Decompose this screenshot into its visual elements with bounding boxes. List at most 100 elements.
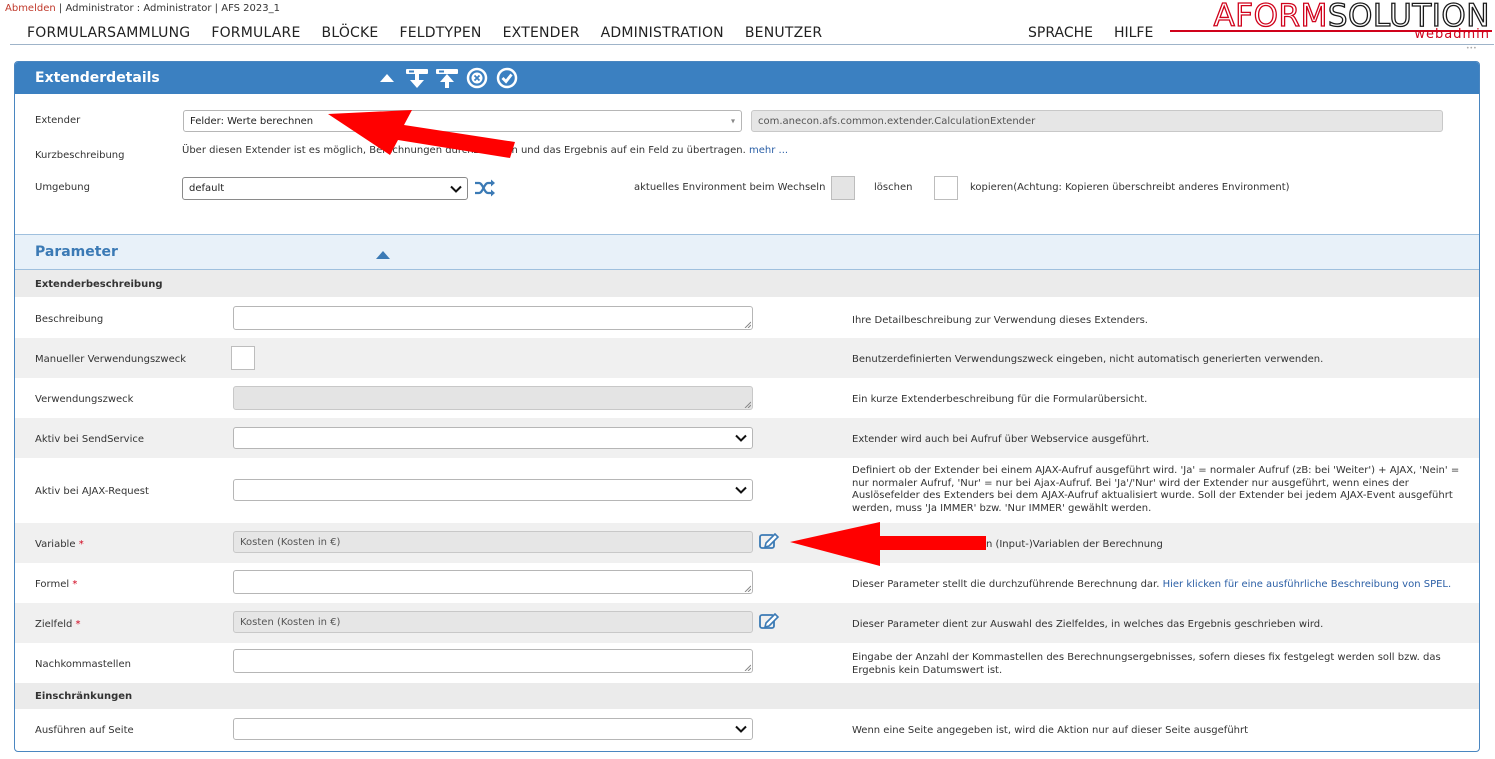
export-up-icon[interactable] [435,67,459,89]
parameter-title: Parameter [35,244,118,260]
zweck-label: Verwendungszweck [35,394,134,405]
formel-desc: Dieser Parameter stellt die durchzuführe… [852,579,1160,590]
section-extenderbeschreibung: Extenderbeschreibung [15,270,1479,297]
nav-feldtypen[interactable]: FELDTYPEN [399,25,481,41]
top-bar: Abmelden | Administrator : Administrator… [0,0,1495,52]
user-info: | Administrator : Administrator | AFS 20… [58,3,280,14]
variable-label: Variable [35,539,76,550]
import-down-icon[interactable] [405,67,429,89]
extender-select-value: Felder: Werte berechnen [190,115,314,127]
section-title: Extenderbeschreibung [35,279,163,290]
edit-variable-icon[interactable] [758,531,780,551]
row-send-service: Aktiv bei SendService Extender wird auch… [15,418,1479,458]
extender-select[interactable]: Felder: Werte berechnen ▾ [183,110,742,132]
row-verwendungszweck: Verwendungszweck Ein kurze Extenderbesch… [15,378,1479,418]
kurz-text: Über diesen Extender ist es möglich, Ber… [182,145,746,156]
seite-desc: Wenn eine Seite angegeben ist, wird die … [852,725,1249,736]
right-nav: SPRACHE HILFE [1028,25,1153,41]
beschreibung-label: Beschreibung [35,314,104,325]
variable-value: Kosten (Kosten in €) [240,536,341,548]
confirm-check-icon[interactable] [495,67,519,89]
row-manueller-zweck: Manueller Verwendungszweck Benutzerdefin… [15,338,1479,378]
parameter-header: Parameter [15,234,1479,270]
nav-bloecke[interactable]: BLÖCKE [322,25,379,41]
resize-grip-icon[interactable] [744,585,751,592]
main-nav: FORMULARSAMMLUNG FORMULARE BLÖCKE FELDTY… [27,25,822,41]
zielfeld-desc: Dieser Parameter dient zur Auswahl des Z… [852,619,1324,630]
spel-help-link[interactable]: Hier klicken für eine ausführliche Besch… [1163,579,1452,590]
nav-sprache[interactable]: SPRACHE [1028,25,1093,41]
seite-label: Ausführen auf Seite [35,725,134,736]
edit-zielfeld-icon[interactable] [758,611,780,631]
kopieren-label: kopieren(Achtung: Kopieren überschreibt … [970,182,1290,193]
nav-hilfe[interactable]: HILFE [1114,25,1153,41]
zielfeld-value: Kosten (Kosten in €) [240,616,341,628]
manuell-desc: Benutzerdefinierten Verwendungszweck ein… [852,354,1324,365]
nachkomma-label: Nachkommastellen [35,659,131,670]
extender-label: Extender [35,115,81,126]
chevron-down-icon [735,486,747,494]
umgebung-value: default [189,183,225,194]
beschreibung-desc: Ihre Detailbeschreibung zur Verwendung d… [852,315,1148,326]
send-select[interactable] [233,427,753,449]
row-beschreibung: Beschreibung Ihre Detailbeschreibung zur… [15,297,1479,338]
nachkomma-input[interactable] [233,649,753,673]
kurzbeschreibung-label: Kurzbeschreibung [35,150,125,161]
collapse-up-icon[interactable] [375,250,391,260]
nav-divider [10,44,1494,45]
env-switch-checkbox[interactable] [831,176,855,200]
variable-field: Kosten (Kosten in €) [233,531,753,553]
user-line: Abmelden | Administrator : Administrator… [5,3,280,14]
shuffle-icon[interactable] [474,178,496,198]
resize-grip-icon[interactable] [744,321,751,328]
formel-input[interactable] [233,570,753,594]
nav-benutzer[interactable]: BENUTZER [745,25,823,41]
kurzbeschreibung-text: Über diesen Extender ist es möglich, Ber… [182,145,788,156]
ajax-desc: Definiert ob der Extender bei einem AJAX… [852,465,1460,514]
row-variable: Variable * Kosten (Kosten in €) nt den (… [15,523,1479,563]
beschreibung-input[interactable] [233,306,753,330]
zielfeld-field: Kosten (Kosten in €) [233,611,753,633]
row-zielfeld: Zielfeld * Kosten (Kosten in €) Dieser P… [15,603,1479,643]
loeschen-label: löschen [874,182,913,193]
umgebung-select[interactable]: default [182,177,468,200]
ellipsis-icon: ••• [1466,45,1477,52]
nav-extender[interactable]: EXTENDER [503,25,580,41]
zielfeld-label: Zielfeld [35,619,73,630]
extender-class-value: com.anecon.afs.common.extender.Calculati… [758,115,1036,127]
section-title: Einschränkungen [35,691,133,702]
resize-grip-icon[interactable] [744,664,751,671]
row-ajax-request: Aktiv bei AJAX-Request Definiert ob der … [15,458,1479,523]
send-label: Aktiv bei SendService [35,434,145,445]
chevron-down-icon [735,725,747,733]
umgebung-label: Umgebung [35,182,90,193]
section-einschraenkungen: Einschränkungen [15,683,1479,709]
logout-link[interactable]: Abmelden [5,3,56,14]
more-link[interactable]: mehr ... [749,145,788,156]
required-mark: * [72,579,78,590]
extender-panel: Extenderdetails Extender Felder: Werte b… [14,61,1480,752]
zweck-input [233,386,753,410]
nav-administration[interactable]: ADMINISTRATION [601,25,724,41]
variable-desc: nt den (Input-)Variablen der Berechnung [960,539,1163,550]
details-title: Extenderdetails [35,70,160,86]
resize-grip-icon[interactable] [744,401,751,408]
details-header: Extenderdetails [15,62,1479,94]
manuell-checkbox[interactable] [231,346,255,370]
extender-class-field: com.anecon.afs.common.extender.Calculati… [751,110,1443,132]
required-mark: * [75,619,81,630]
collapse-up-icon[interactable] [375,67,399,89]
seite-select[interactable] [233,718,753,740]
zweck-desc: Ein kurze Extenderbeschreibung für die F… [852,394,1148,405]
dropdown-arrow-icon: ▾ [730,116,735,126]
env-switch-label: aktuelles Environment beim Wechseln [634,182,826,193]
ajax-select[interactable] [233,479,753,501]
chevron-down-icon [735,434,747,442]
nav-formulare[interactable]: FORMULARE [211,25,300,41]
row-formel: Formel * Dieser Parameter stellt die dur… [15,563,1479,603]
brand-logo: AFORMSOLUTION webadmin [1170,0,1492,42]
cancel-circle-icon[interactable] [465,67,489,89]
nav-formularsammlung[interactable]: FORMULARSAMMLUNG [27,25,190,41]
manuell-label: Manueller Verwendungszweck [35,354,187,365]
loeschen-checkbox[interactable] [934,176,958,200]
